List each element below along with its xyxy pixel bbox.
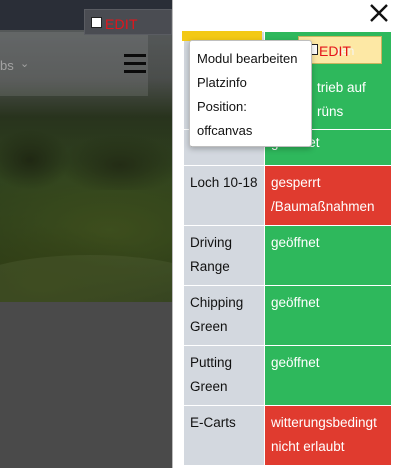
status-row-label: Driving Range [183,225,265,286]
edit-label: EDIT [105,16,138,32]
tooltip-line: Position: [197,99,247,114]
background-page: bs ⌄ EDIT [0,0,172,468]
tooltip-line: offcanvas [197,123,253,138]
edit-button[interactable]: EDIT [84,9,172,35]
tooltip-line: Modul bearbeiten [197,51,298,66]
status-row-value: geöffnet [264,225,392,286]
status-row: Putting Green geöffnet [183,345,392,406]
edit-label: EDIT [319,43,351,59]
status-row: Driving Range geöffnet [183,225,392,286]
status-row: E-Carts witterungsbedingt nicht erlaubt [183,405,392,466]
edit-icon [91,17,102,28]
module-tooltip: Modul bearbeiten Platzinfo Position: off… [189,40,312,147]
status-row-value: geöffnet [264,345,392,406]
status-row-label: E-Carts [183,405,265,466]
close-icon[interactable] [368,2,390,24]
status-row-value: witterungsbedingt nicht erlaubt [264,405,392,466]
status-row: Chipping Green geöffnet [183,285,392,346]
status-row-label: Loch 10-18 [183,165,265,226]
status-row: Loch 10-18 gesperrt /Baumaßnahmen [183,165,392,226]
status-row-value: gesperrt /Baumaßnahmen [264,165,392,226]
status-row-label: Putting Green [183,345,265,406]
tooltip-line: Platzinfo [197,75,247,90]
status-row-value: geöffnet [264,285,392,346]
offcanvas-backdrop[interactable] [0,0,172,468]
status-row-label: Chipping Green [183,285,265,346]
